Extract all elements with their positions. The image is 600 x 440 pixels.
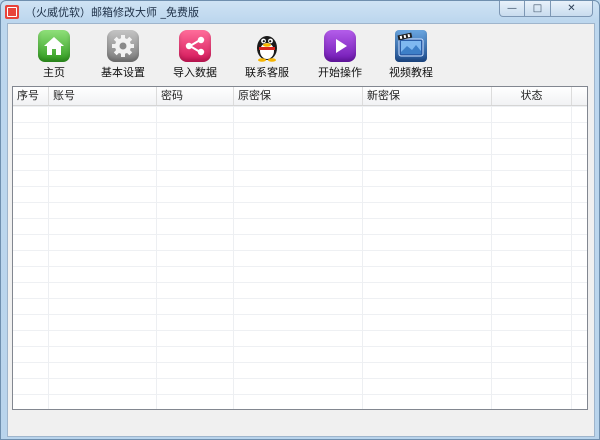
data-table[interactable]: 序号 账号 密码 原密保 新密保 状态 [12, 86, 588, 410]
column-header-new-security[interactable]: 新密保 [363, 87, 492, 105]
table-header: 序号 账号 密码 原密保 新密保 状态 [13, 87, 587, 106]
caption-buttons: — □ ✕ [499, 1, 593, 17]
basic-settings-button[interactable]: 基本设置 [89, 28, 157, 80]
start-operation-button[interactable]: 开始操作 [306, 28, 374, 80]
import-data-label: 导入数据 [173, 66, 217, 79]
column-header-password[interactable]: 密码 [157, 87, 234, 105]
import-data-button[interactable]: 导入数据 [161, 28, 229, 80]
contact-support-button[interactable]: 联系客服 [233, 28, 301, 80]
client-area: 主页 基本设置 导入数据 联系客服 开始操作 视频教程 序号 账号 密码 原密保… [7, 23, 595, 437]
play-icon [324, 30, 356, 62]
minimize-button[interactable]: — [499, 1, 525, 17]
qq-penguin-icon [251, 30, 283, 62]
column-divider [571, 106, 572, 409]
maximize-button[interactable]: □ [525, 1, 551, 17]
close-button[interactable]: ✕ [551, 1, 593, 17]
column-divider [362, 106, 363, 409]
column-divider [233, 106, 234, 409]
home-button[interactable]: 主页 [20, 28, 88, 80]
gear-icon [107, 30, 139, 62]
column-header-index[interactable]: 序号 [13, 87, 49, 105]
video-tutorial-button[interactable]: 视频教程 [377, 28, 445, 80]
table-body [13, 106, 587, 409]
title-bar[interactable]: （火威优软）邮箱修改大师 _免费版 — □ ✕ [1, 1, 599, 23]
column-header-account[interactable]: 账号 [49, 87, 157, 105]
contact-support-label: 联系客服 [245, 66, 289, 79]
video-tutorial-label: 视频教程 [389, 66, 433, 79]
basic-settings-label: 基本设置 [101, 66, 145, 79]
window-title: （火威优软）邮箱修改大师 _免费版 [25, 6, 199, 19]
home-label: 主页 [43, 66, 65, 79]
column-header-status[interactable]: 状态 [492, 87, 572, 105]
app-icon [5, 5, 19, 19]
column-header-old-security[interactable]: 原密保 [234, 87, 363, 105]
column-divider [48, 106, 49, 409]
column-header-filler [572, 87, 587, 105]
share-icon [179, 30, 211, 62]
home-icon [38, 30, 70, 62]
column-divider [491, 106, 492, 409]
column-divider [156, 106, 157, 409]
main-window: （火威优软）邮箱修改大师 _免费版 — □ ✕ 主页 基本设置 导入数据 联系客… [0, 0, 600, 440]
start-operation-label: 开始操作 [318, 66, 362, 79]
status-bar [8, 412, 594, 436]
video-tutorial-icon [395, 30, 427, 62]
toolbar: 主页 基本设置 导入数据 联系客服 开始操作 视频教程 [8, 24, 594, 82]
